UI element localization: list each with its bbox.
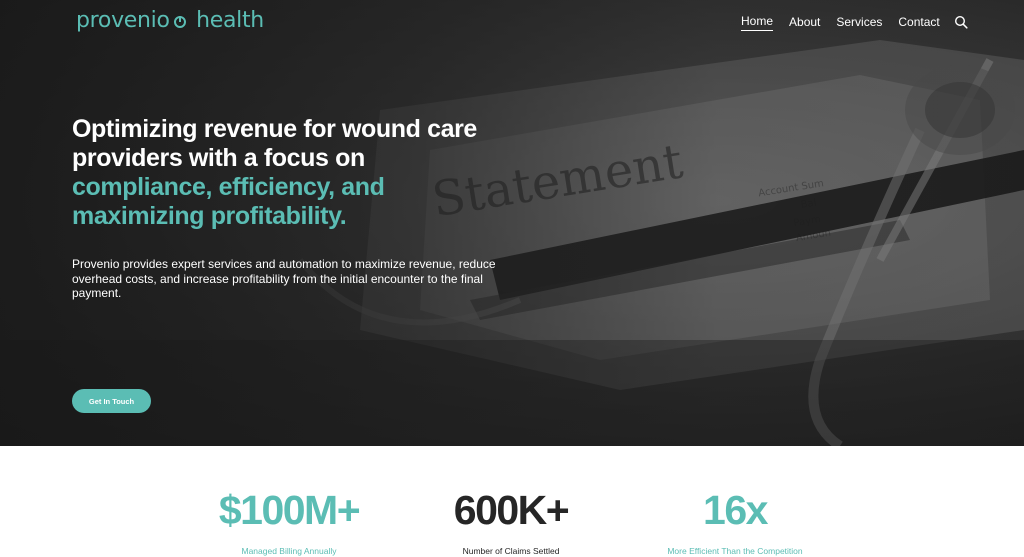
stat-claims-settled: 600K+ Number of Claims Settled [411,488,611,556]
search-icon[interactable] [954,15,968,29]
nav-about[interactable]: About [789,15,820,31]
main-nav: Home About Services Contact [741,14,968,31]
stat-efficiency: 16x More Efficient Than the Competition [635,488,835,556]
power-icon [174,16,187,28]
logo-sub-name: health [196,8,264,33]
nav-services[interactable]: Services [836,15,882,31]
headline-accent-1: compliance, efficiency, and [72,173,385,201]
stat-label: More Efficient Than the Competition [667,546,803,556]
nav-contact[interactable]: Contact [898,15,939,31]
hero-headline: Optimizing revenue for wound care provid… [72,115,532,231]
nav-home[interactable]: Home [741,14,774,31]
stat-managed-billing: $100M+ Managed Billing Annually [189,488,389,556]
stat-value: 600K+ [453,487,570,533]
logo-brand-name: provenio [76,8,170,33]
stat-label: Managed Billing Annually [241,546,337,556]
stat-value: $100M+ [218,487,361,533]
get-in-touch-button[interactable]: Get In Touch [72,389,151,413]
stat-label: Number of Claims Settled [462,546,560,556]
hero-section: Statement Account Sum Bal Paym Amoun pro… [0,0,1024,446]
stat-value: 16x [703,487,768,533]
headline-line-1: Optimizing revenue for wound care [72,115,477,143]
hero-description: Provenio provides expert services and au… [72,257,496,300]
headline-accent-2: maximizing profitability. [72,202,347,230]
headline-line-2: providers with a focus on [72,144,365,172]
brand-logo[interactable]: provenio health [76,8,264,36]
